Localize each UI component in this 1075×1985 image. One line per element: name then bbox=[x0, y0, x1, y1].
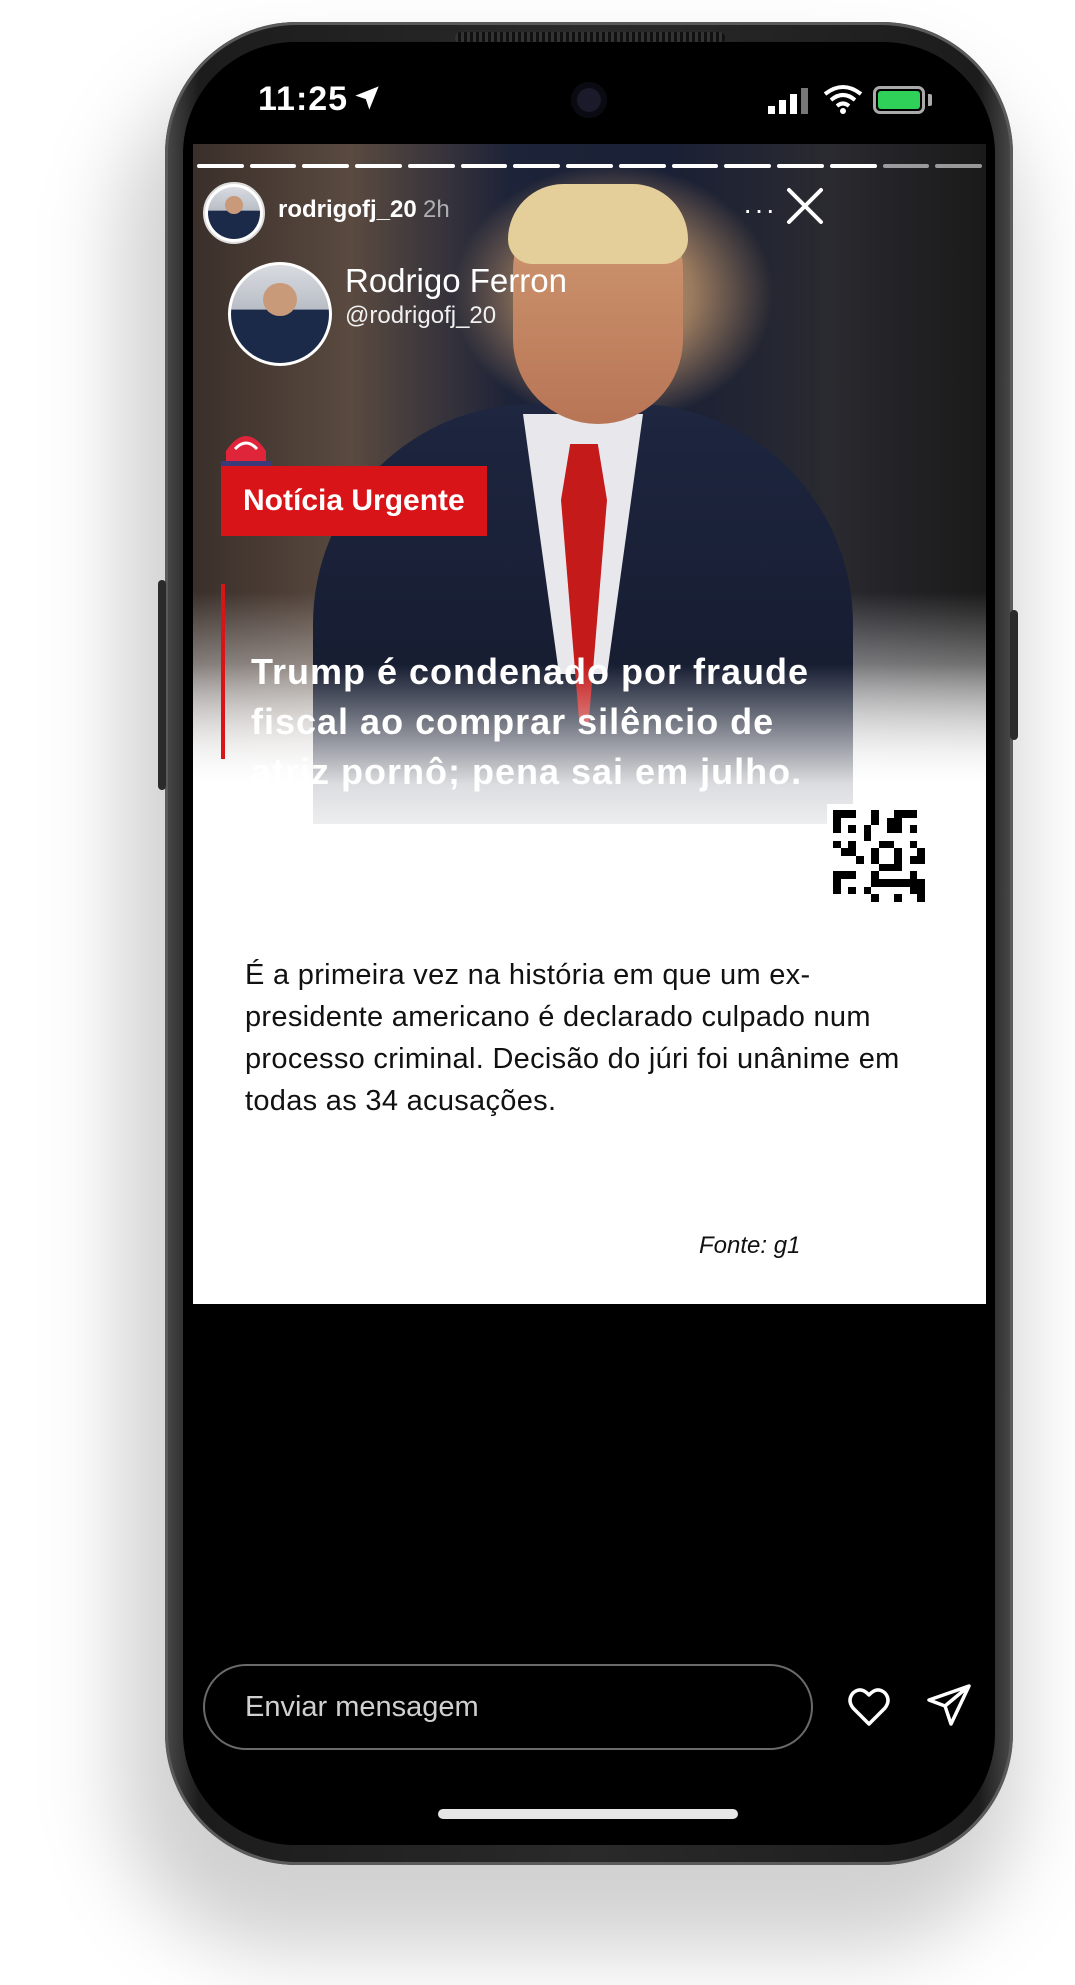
brand-name: Rodrigo Ferron bbox=[345, 262, 567, 299]
source-credit: Fonte: g1 bbox=[699, 1232, 801, 1259]
wifi-icon bbox=[823, 85, 863, 114]
qr-code[interactable] bbox=[827, 804, 931, 908]
brand-avatar bbox=[228, 262, 332, 366]
message-input[interactable] bbox=[203, 1664, 813, 1750]
signal-bars-icon bbox=[768, 88, 808, 114]
power-button bbox=[1010, 610, 1018, 740]
story-avatar[interactable] bbox=[203, 182, 265, 244]
story-card[interactable]: rodrigofj_20 2h ··· Rodrigo Ferron @rodr… bbox=[193, 144, 986, 1304]
story-progress bbox=[193, 164, 986, 168]
front-camera bbox=[571, 82, 607, 118]
headline: Trump é condenado por fraude fiscal ao c… bbox=[251, 651, 810, 792]
headline-accent-line bbox=[221, 584, 225, 759]
urgent-badge: Notícia Urgente bbox=[221, 466, 487, 536]
heart-icon[interactable] bbox=[845, 1682, 893, 1730]
body-text: É a primeira vez na história em que um e… bbox=[245, 959, 900, 1117]
story-time-ago: 2h bbox=[423, 196, 450, 223]
battery-tip bbox=[928, 94, 932, 106]
send-icon[interactable] bbox=[925, 1682, 973, 1730]
photo-hair bbox=[508, 184, 688, 264]
story-username[interactable]: rodrigofj_20 bbox=[278, 196, 417, 224]
location-arrow-icon bbox=[355, 86, 379, 110]
close-icon[interactable] bbox=[783, 184, 827, 228]
phone-screen: 11:25 rodrigofj_20 2h ··· Rodrigo Ferron… bbox=[183, 42, 995, 1845]
brand-handle: @rodrigofj_20 bbox=[345, 302, 497, 329]
more-options-icon[interactable]: ··· bbox=[743, 194, 777, 226]
siren-icon bbox=[221, 436, 271, 467]
status-time: 11:25 bbox=[258, 80, 349, 118]
home-indicator[interactable] bbox=[438, 1809, 738, 1819]
volume-button bbox=[158, 580, 166, 790]
battery-icon bbox=[873, 86, 925, 114]
